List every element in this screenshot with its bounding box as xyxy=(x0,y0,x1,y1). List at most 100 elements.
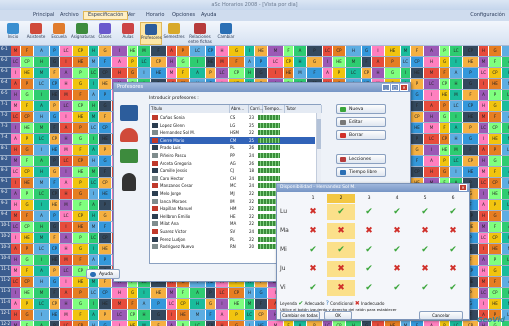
lesson-card[interactable]: A xyxy=(60,123,73,133)
lesson-card[interactable]: CP xyxy=(489,68,502,78)
period-header[interactable]: 5 xyxy=(411,194,439,203)
lesson-card[interactable]: P xyxy=(385,57,401,67)
check-icon[interactable]: ✔ xyxy=(355,261,383,277)
lesson-card[interactable]: H xyxy=(112,288,128,298)
lesson-card[interactable]: I xyxy=(450,112,463,122)
lesson-card[interactable]: HE xyxy=(284,68,294,78)
check-icon[interactable]: ✔ xyxy=(327,242,355,258)
lesson-card[interactable]: P xyxy=(489,200,502,210)
lesson-card[interactable]: CP xyxy=(99,123,112,133)
tab-ver[interactable]: Ver xyxy=(127,12,135,18)
lesson-card[interactable]: H xyxy=(11,90,21,100)
lesson-card[interactable]: CP xyxy=(73,156,89,166)
lesson-card[interactable]: F xyxy=(21,211,34,221)
lesson-card[interactable]: H xyxy=(11,310,21,320)
timetable-row[interactable]: 12-2 M F A P LC CP H G I HE M F A P LC CP H G I HE M F A P LC CP H G… xyxy=(0,321,509,326)
inicio-button[interactable]: Inicio xyxy=(2,22,24,45)
cross-icon[interactable]: ✖ xyxy=(355,223,383,239)
lesson-card[interactable]: H xyxy=(245,288,255,298)
lesson-card[interactable]: A xyxy=(60,288,73,298)
lesson-card[interactable]: CP xyxy=(50,244,60,254)
lesson-card[interactable]: M xyxy=(60,145,73,155)
day-label[interactable]: Lu xyxy=(280,204,296,220)
lesson-card[interactable]: H xyxy=(502,68,509,78)
lesson-card[interactable]: HE xyxy=(50,255,60,265)
lesson-card[interactable]: LC xyxy=(401,57,411,67)
lesson-card[interactable]: H xyxy=(502,123,509,133)
lesson-card[interactable]: CP xyxy=(411,112,424,122)
check-icon[interactable]: ✔ xyxy=(439,242,467,258)
lesson-card[interactable]: M xyxy=(401,321,411,326)
lesson-card[interactable]: HE xyxy=(255,321,268,326)
lesson-card[interactable]: F xyxy=(99,222,112,232)
lesson-card[interactable]: CP xyxy=(21,277,34,287)
lesson-card[interactable]: CP xyxy=(206,46,216,56)
lesson-card[interactable]: H xyxy=(89,321,99,326)
lesson-card[interactable]: H xyxy=(479,101,489,111)
lesson-card[interactable]: H xyxy=(294,57,307,67)
lesson-card[interactable]: I xyxy=(138,68,151,78)
lesson-card[interactable]: H xyxy=(450,79,463,89)
lesson-card[interactable]: F xyxy=(489,57,502,67)
lesson-card[interactable]: A xyxy=(323,68,333,78)
lesson-card[interactable]: I xyxy=(372,46,385,56)
lesson-card[interactable]: LC xyxy=(346,68,362,78)
nuevo-button[interactable]: Nueva xyxy=(336,104,386,114)
lesson-card[interactable]: LC xyxy=(216,288,229,298)
lesson-card[interactable]: A xyxy=(294,46,307,56)
lesson-card[interactable]: H xyxy=(11,200,21,210)
lesson-card[interactable]: F xyxy=(73,200,89,210)
asistente-button[interactable]: Asistente xyxy=(25,22,47,45)
lesson-card[interactable]: G xyxy=(362,46,372,56)
lesson-card[interactable]: I xyxy=(479,189,489,199)
lesson-card[interactable]: A xyxy=(167,46,177,56)
lesson-card[interactable]: F xyxy=(362,57,372,67)
profesores-button[interactable]: Profesores xyxy=(140,22,162,45)
col-titulo[interactable]: Título xyxy=(150,105,230,113)
day-label[interactable]: Mi xyxy=(280,242,296,258)
lesson-card[interactable]: LC xyxy=(60,101,73,111)
lesson-card[interactable]: A xyxy=(216,310,229,320)
lesson-card[interactable]: P xyxy=(440,321,450,326)
lesson-card[interactable]: G xyxy=(21,90,34,100)
lesson-card[interactable]: LC xyxy=(138,57,151,67)
cross-icon[interactable]: ✖ xyxy=(299,261,327,277)
lesson-card[interactable]: CP xyxy=(489,233,502,243)
lesson-card[interactable]: G xyxy=(463,79,479,89)
lesson-card[interactable]: F xyxy=(411,321,424,326)
lesson-card[interactable]: I xyxy=(479,79,489,89)
lesson-card[interactable]: HE xyxy=(73,222,89,232)
lesson-card[interactable]: HE xyxy=(128,46,138,56)
lesson-card[interactable]: HE xyxy=(73,167,89,177)
lesson-card[interactable]: F xyxy=(151,46,167,56)
lesson-card[interactable]: H xyxy=(245,68,255,78)
timetable-row[interactable]: 6-1 M F A P LC CP H G I HE M F A P LC CP H G I HE M F A P LC CP H G I… xyxy=(0,46,509,57)
lesson-card[interactable]: F xyxy=(440,123,450,133)
lesson-card[interactable]: A xyxy=(60,233,73,243)
lesson-card[interactable]: P xyxy=(333,68,346,78)
lesson-card[interactable]: F xyxy=(489,277,502,287)
lesson-card[interactable]: LC xyxy=(34,79,50,89)
lesson-card[interactable]: LC xyxy=(11,112,21,122)
lesson-card[interactable]: P xyxy=(50,266,60,276)
lesson-card[interactable]: H xyxy=(167,57,177,67)
close-icon[interactable]: ✕ xyxy=(400,84,408,91)
lesson-card[interactable]: CP xyxy=(440,134,450,144)
lesson-card[interactable]: A xyxy=(190,288,206,298)
lesson-card[interactable]: I xyxy=(60,277,73,287)
lesson-card[interactable]: M xyxy=(11,266,21,276)
lesson-card[interactable]: M xyxy=(502,134,509,144)
lesson-card[interactable]: I xyxy=(424,90,440,100)
lesson-card[interactable]: P xyxy=(206,68,216,78)
lesson-card[interactable]: HE xyxy=(489,189,502,199)
teacher-row[interactable]: Cañas Sonia CS 23 xyxy=(150,114,315,121)
lesson-card[interactable]: P xyxy=(21,299,34,309)
lesson-card[interactable]: M xyxy=(502,299,509,309)
lesson-card[interactable]: LC xyxy=(34,299,50,309)
lesson-card[interactable]: A xyxy=(112,57,128,67)
lesson-card[interactable]: I xyxy=(502,211,509,221)
lesson-card[interactable]: I xyxy=(502,266,509,276)
cross-icon[interactable]: ✖ xyxy=(411,223,439,239)
tab-horario[interactable]: Horario xyxy=(146,12,164,18)
lesson-card[interactable]: HE xyxy=(99,299,112,309)
